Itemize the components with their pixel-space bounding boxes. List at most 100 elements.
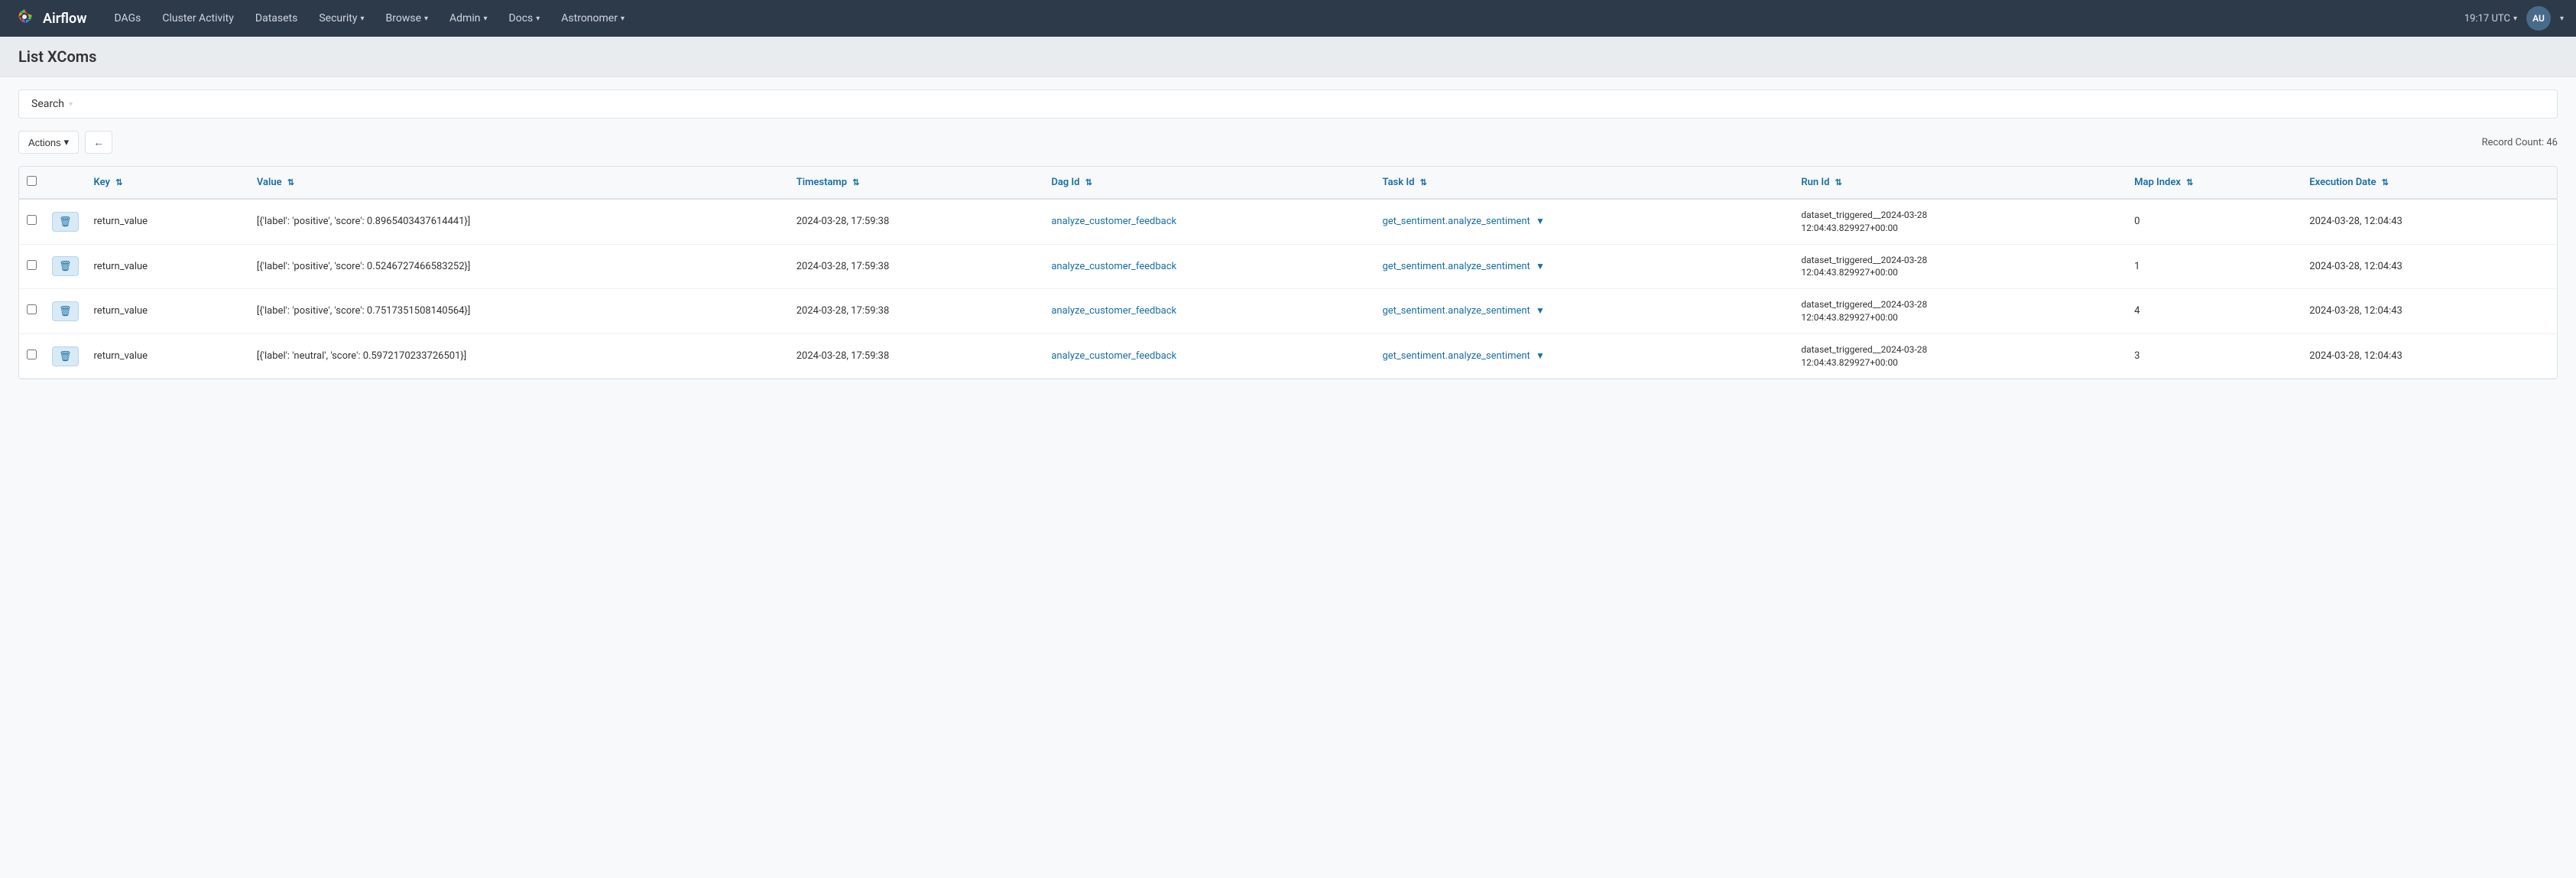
- row-execution-date-3: 2024-03-28, 12:04:43: [2302, 333, 2557, 379]
- user-avatar[interactable]: AU: [2526, 6, 2551, 31]
- back-button[interactable]: ←: [85, 131, 112, 154]
- astronomer-dropdown-icon: ▾: [621, 15, 625, 23]
- action-header: [44, 167, 86, 199]
- row-dag-id-2[interactable]: analyze_customer_feedback: [1043, 289, 1374, 334]
- row-value-0: [{'label': 'positive', 'score': 0.896540…: [249, 199, 789, 244]
- row-timestamp-0: 2024-03-28, 17:59:38: [789, 199, 1044, 244]
- row-dag-id-0[interactable]: analyze_customer_feedback: [1043, 199, 1374, 244]
- table-row: 🗑 return_value [{'label': 'positive', 's…: [19, 244, 2557, 289]
- row-checkbox-cell[interactable]: [19, 289, 44, 334]
- row-value-1: [{'label': 'positive', 'score': 0.524672…: [249, 244, 789, 289]
- row-task-id-1[interactable]: get_sentiment.analyze_sentiment ▼: [1374, 244, 1793, 289]
- time-display[interactable]: 19:17 UTC ▾: [2464, 13, 2517, 24]
- actions-dropdown-icon: ▾: [64, 136, 70, 148]
- row-execution-date-1: 2024-03-28, 12:04:43: [2302, 244, 2557, 289]
- nav-security[interactable]: Security ▾: [310, 8, 373, 29]
- row-action-cell: 🗑: [44, 333, 86, 379]
- row-timestamp-3: 2024-03-28, 17:59:38: [789, 333, 1044, 379]
- row-key-0: return_value: [86, 199, 249, 244]
- nav-dags[interactable]: DAGs: [105, 8, 151, 29]
- task-id-header[interactable]: Task Id ⇅: [1374, 167, 1793, 199]
- row-map-index-2: 4: [2127, 289, 2302, 334]
- security-dropdown-icon: ▾: [360, 15, 364, 23]
- taskid-sort-icon: ⇅: [1420, 177, 1427, 187]
- record-count: Record Count: 46: [2482, 137, 2558, 148]
- row-task-id-2[interactable]: get_sentiment.analyze_sentiment ▼: [1374, 289, 1793, 334]
- delete-button-3[interactable]: 🗑: [52, 346, 79, 366]
- table-row: 🗑 return_value [{'label': 'neutral', 'sc…: [19, 333, 2557, 379]
- execdate-sort-icon: ⇅: [2382, 177, 2389, 187]
- row-execution-date-2: 2024-03-28, 12:04:43: [2302, 289, 2557, 334]
- brand-name: Airflow: [43, 11, 87, 27]
- row-value-3: [{'label': 'neutral', 'score': 0.5972170…: [249, 333, 789, 379]
- row-checkbox-cell[interactable]: [19, 244, 44, 289]
- task-filter-icon-3: ▼: [1536, 350, 1545, 361]
- actions-button[interactable]: Actions ▾: [18, 131, 79, 154]
- navbar: Airflow DAGs Cluster Activity Datasets S…: [0, 0, 2576, 37]
- task-filter-icon-2: ▼: [1536, 305, 1545, 316]
- row-dag-id-1[interactable]: analyze_customer_feedback: [1043, 244, 1374, 289]
- search-dropdown-icon: ▾: [69, 100, 73, 109]
- dag-id-header[interactable]: Dag Id ⇅: [1043, 167, 1374, 199]
- select-all-checkbox[interactable]: [27, 176, 37, 186]
- delete-button-0[interactable]: 🗑: [52, 212, 79, 232]
- nav-docs[interactable]: Docs ▾: [500, 8, 550, 29]
- dagid-sort-icon: ⇅: [1085, 177, 1092, 187]
- row-map-index-1: 1: [2127, 244, 2302, 289]
- value-sort-icon: ⇅: [287, 177, 294, 187]
- row-key-2: return_value: [86, 289, 249, 334]
- nav-datasets[interactable]: Datasets: [246, 8, 307, 29]
- user-dropdown-icon: ▾: [2560, 15, 2564, 23]
- brand[interactable]: Airflow: [12, 6, 87, 31]
- nav-right: 19:17 UTC ▾ AU ▾: [2464, 6, 2564, 31]
- key-header[interactable]: Key ⇅: [86, 167, 249, 199]
- row-map-index-3: 3: [2127, 333, 2302, 379]
- mapindex-sort-icon: ⇅: [2186, 177, 2193, 187]
- time-dropdown-icon: ▾: [2513, 15, 2517, 23]
- airflow-logo-icon: [12, 6, 37, 31]
- row-checkbox-1[interactable]: [27, 260, 37, 270]
- search-bar[interactable]: Search ▾: [18, 89, 2558, 119]
- toolbar-left: Actions ▾ ←: [18, 131, 112, 154]
- nav-astronomer[interactable]: Astronomer ▾: [552, 8, 634, 29]
- row-run-id-2: dataset_triggered__2024-03-2812:04:43.82…: [1793, 289, 2127, 334]
- select-all-checkbox-header[interactable]: [19, 167, 44, 199]
- nav-browse[interactable]: Browse ▾: [377, 8, 438, 29]
- nav-admin[interactable]: Admin ▾: [440, 8, 496, 29]
- row-task-id-0[interactable]: get_sentiment.analyze_sentiment ▼: [1374, 199, 1793, 244]
- page-title: List XComs: [18, 47, 2558, 66]
- timestamp-header[interactable]: Timestamp ⇅: [789, 167, 1044, 199]
- toolbar: Actions ▾ ← Record Count: 46: [18, 131, 2558, 154]
- row-run-id-3: dataset_triggered__2024-03-2812:04:43.82…: [1793, 333, 2127, 379]
- row-key-3: return_value: [86, 333, 249, 379]
- delete-button-1[interactable]: 🗑: [52, 256, 79, 276]
- row-action-cell: 🗑: [44, 199, 86, 244]
- main-content: Search ▾ Actions ▾ ← Record Count: 46: [0, 77, 2576, 392]
- row-checkbox-cell[interactable]: [19, 333, 44, 379]
- timestamp-sort-icon: ⇅: [852, 177, 859, 187]
- row-checkbox-0[interactable]: [27, 215, 37, 225]
- row-key-1: return_value: [86, 244, 249, 289]
- row-action-cell: 🗑: [44, 289, 86, 334]
- browse-dropdown-icon: ▾: [424, 15, 428, 23]
- row-timestamp-1: 2024-03-28, 17:59:38: [789, 244, 1044, 289]
- map-index-header[interactable]: Map Index ⇅: [2127, 167, 2302, 199]
- row-dag-id-3[interactable]: analyze_customer_feedback: [1043, 333, 1374, 379]
- nav-links: DAGs Cluster Activity Datasets Security …: [105, 8, 2464, 29]
- nav-cluster-activity[interactable]: Cluster Activity: [153, 8, 243, 29]
- xcoms-table: Key ⇅ Value ⇅ Timestamp ⇅ Dag Id ⇅: [19, 167, 2557, 379]
- table-row: 🗑 return_value [{'label': 'positive', 's…: [19, 199, 2557, 244]
- delete-button-2[interactable]: 🗑: [52, 301, 79, 321]
- run-id-header[interactable]: Run Id ⇅: [1793, 167, 2127, 199]
- row-checkbox-3[interactable]: [27, 350, 37, 359]
- table-row: 🗑 return_value [{'label': 'positive', 's…: [19, 289, 2557, 334]
- row-map-index-0: 0: [2127, 199, 2302, 244]
- row-timestamp-2: 2024-03-28, 17:59:38: [789, 289, 1044, 334]
- data-table: Key ⇅ Value ⇅ Timestamp ⇅ Dag Id ⇅: [18, 166, 2558, 379]
- row-execution-date-0: 2024-03-28, 12:04:43: [2302, 199, 2557, 244]
- row-task-id-3[interactable]: get_sentiment.analyze_sentiment ▼: [1374, 333, 1793, 379]
- execution-date-header[interactable]: Execution Date ⇅: [2302, 167, 2557, 199]
- value-header[interactable]: Value ⇅: [249, 167, 789, 199]
- row-checkbox-2[interactable]: [27, 304, 37, 314]
- row-checkbox-cell[interactable]: [19, 199, 44, 244]
